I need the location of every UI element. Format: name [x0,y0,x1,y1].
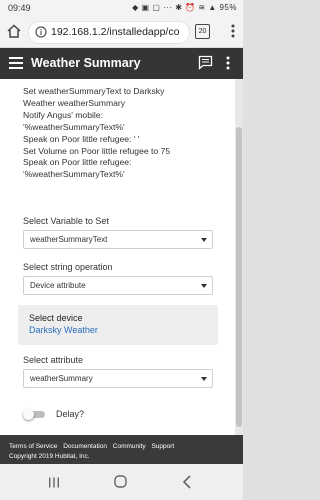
scrollbar-thumb[interactable] [236,127,242,427]
app-more-vert-icon[interactable] [226,55,230,71]
footer-link-documentation[interactable]: Documentation [63,443,107,450]
home-icon[interactable] [6,23,22,39]
device-label: Select device [29,313,83,323]
status-bar: 09:49 ◆ ▣ ▢ ··· ✱ ⏰ ≋ ▲ 95% [0,0,243,17]
footer-link-support[interactable]: Support [151,443,174,450]
attribute-label: Select attribute [23,355,84,365]
hamburger-icon[interactable] [9,57,23,69]
attribute-select-value: weatherSummary [30,374,93,383]
url-field[interactable]: 192.168.1.2/installedapp/co [28,21,190,44]
description-line: '%weatherSummaryText%' [23,169,125,180]
system-nav-bar [0,464,243,500]
variable-select-value: weatherSummaryText [30,235,108,244]
delay-toggle[interactable] [23,409,47,420]
operation-label: Select string operation [23,262,113,272]
status-time: 09:49 [8,3,31,13]
description-line: '%weatherSummaryText%' [23,121,125,132]
url-text: 192.168.1.2/installedapp/co [51,26,180,38]
description-line: Set weatherSummaryText to Darksky [23,86,165,96]
toggle-knob [23,409,34,420]
page-title: Weather Summary [31,56,141,70]
device-picker[interactable]: Select device Darksky Weather [18,305,218,345]
footer-links: Terms of Service Documentation Community… [9,443,178,450]
home-button-icon[interactable] [114,475,127,488]
browser-toolbar: 192.168.1.2/installedapp/co 20 [0,17,243,48]
operation-select[interactable]: Device attribute [23,276,213,295]
recent-apps-icon[interactable] [48,477,60,488]
footer-link-community[interactable]: Community [113,443,146,450]
delay-label: Delay? [56,409,85,419]
footer: Terms of Service Documentation Community… [0,435,243,464]
back-icon[interactable] [182,475,192,489]
description-line: Speak on Poor little refugee: ' ' [23,133,140,144]
device-value-link[interactable]: Darksky Weather [29,325,98,335]
description-line: Set Volume on Poor little refugee to 75 [23,145,171,156]
attribute-select[interactable]: weatherSummary [23,369,213,388]
lock-icon [35,26,47,38]
more-vert-icon[interactable] [231,23,235,39]
description-line: Notify Angus' mobile: [23,109,103,120]
app-bar: Weather Summary [0,48,243,79]
copyright-text: Copyright 2019 Hubitat, Inc. [9,453,90,460]
tab-switcher-button[interactable]: 20 [195,24,210,39]
message-icon[interactable] [198,55,213,70]
chevron-down-icon [201,377,207,381]
footer-link-terms[interactable]: Terms of Service [9,443,57,450]
description-line: Speak on Poor little refugee: [23,157,132,168]
variable-select[interactable]: weatherSummaryText [23,230,213,249]
chevron-down-icon [201,284,207,288]
operation-select-value: Device attribute [30,281,86,290]
main-content: Set weatherSummaryText to Darksky Weathe… [0,79,235,435]
chevron-down-icon [201,238,207,242]
status-icons: ◆ ▣ ▢ ··· ✱ ⏰ ≋ ▲ 95% [132,3,237,12]
scrollbar[interactable] [235,79,243,435]
rule-description: Set weatherSummaryText to Darksky Weathe… [23,86,228,181]
variable-label: Select Variable to Set [23,216,109,226]
description-line: Weather weatherSummary [23,97,126,108]
